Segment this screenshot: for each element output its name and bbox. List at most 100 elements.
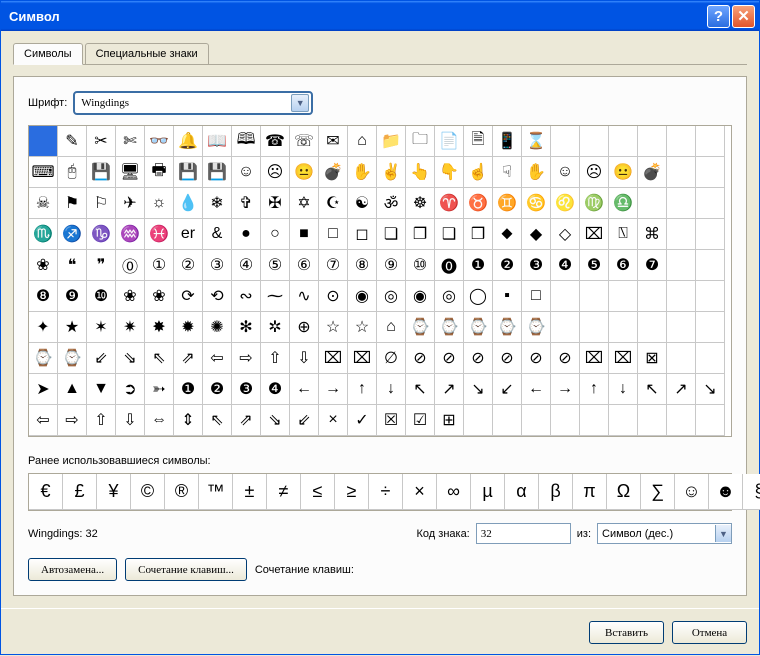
symbol-cell[interactable]: ⑨: [377, 250, 406, 281]
symbol-cell[interactable]: ⌚: [406, 312, 435, 343]
close-button[interactable]: ✕: [732, 5, 755, 28]
symbol-cell[interactable]: □: [522, 281, 551, 312]
symbol-cell[interactable]: [696, 343, 725, 374]
symbol-cell[interactable]: ❶: [464, 250, 493, 281]
symbol-cell[interactable]: ♌: [551, 188, 580, 219]
symbol-cell[interactable]: ↓: [377, 374, 406, 405]
symbol-cell[interactable]: ♏: [29, 219, 58, 250]
symbol-cell[interactable]: ✻: [232, 312, 261, 343]
symbol-cell[interactable]: ↘: [464, 374, 493, 405]
symbol-cell[interactable]: ☟: [493, 157, 522, 188]
symbol-cell[interactable]: ▲: [58, 374, 87, 405]
recent-cell[interactable]: ×: [403, 474, 437, 510]
symbol-cell[interactable]: ⌧: [580, 219, 609, 250]
tab-symbols[interactable]: Символы: [13, 43, 83, 65]
symbol-cell[interactable]: 📁: [377, 126, 406, 157]
symbol-cell[interactable]: ↑: [348, 374, 377, 405]
symbol-cell[interactable]: ♐: [58, 219, 87, 250]
symbol-cell[interactable]: [667, 405, 696, 436]
symbol-cell[interactable]: 👇: [435, 157, 464, 188]
symbol-cell[interactable]: ⌘: [638, 219, 667, 250]
symbol-cell[interactable]: ॐ: [377, 188, 406, 219]
symbol-cell[interactable]: ◉: [348, 281, 377, 312]
symbol-cell[interactable]: ♉: [464, 188, 493, 219]
symbol-cell[interactable]: ⌚: [435, 312, 464, 343]
symbol-cell[interactable]: ♊: [493, 188, 522, 219]
symbol-cell[interactable]: ⌚: [58, 343, 87, 374]
symbol-cell[interactable]: ●: [232, 219, 261, 250]
symbol-cell[interactable]: ↘: [696, 374, 725, 405]
symbol-cell[interactable]: ↖: [638, 374, 667, 405]
symbol-cell[interactable]: ✓: [348, 405, 377, 436]
symbol-cell[interactable]: ④: [232, 250, 261, 281]
symbol-cell[interactable]: [551, 312, 580, 343]
recent-cell[interactable]: β: [539, 474, 573, 510]
symbol-cell[interactable]: ⊙: [319, 281, 348, 312]
symbol-cell[interactable]: [696, 312, 725, 343]
symbol-cell[interactable]: 💣: [638, 157, 667, 188]
symbol-cell[interactable]: ✋: [348, 157, 377, 188]
symbol-cell[interactable]: ⇩: [116, 405, 145, 436]
symbol-cell[interactable]: ↗: [667, 374, 696, 405]
symbol-cell[interactable]: [638, 405, 667, 436]
symbol-cell[interactable]: ∾: [232, 281, 261, 312]
symbol-cell[interactable]: [580, 312, 609, 343]
symbol-cell[interactable]: ∿: [290, 281, 319, 312]
symbol-cell[interactable]: ◇: [551, 219, 580, 250]
symbol-cell[interactable]: &: [203, 219, 232, 250]
symbol-cell[interactable]: 👆: [406, 157, 435, 188]
symbol-cell[interactable]: 😐: [290, 157, 319, 188]
symbol-cell[interactable]: ◯: [464, 281, 493, 312]
symbol-cell[interactable]: ⇖: [145, 343, 174, 374]
symbol-cell[interactable]: ⑤: [261, 250, 290, 281]
symbol-cell[interactable]: 🖥: [116, 157, 145, 188]
symbol-cell[interactable]: 💧: [174, 188, 203, 219]
symbol-cell[interactable]: ❹: [551, 250, 580, 281]
symbol-cell[interactable]: ✺: [203, 312, 232, 343]
symbol-cell[interactable]: [522, 405, 551, 436]
symbol-cell[interactable]: [551, 281, 580, 312]
help-button[interactable]: ?: [707, 5, 730, 28]
symbol-cell[interactable]: ✌: [377, 157, 406, 188]
symbol-cell[interactable]: ⑥: [290, 250, 319, 281]
symbol-cell[interactable]: ✲: [261, 312, 290, 343]
symbol-cell[interactable]: ☑: [406, 405, 435, 436]
symbol-cell[interactable]: ⊠: [638, 343, 667, 374]
recent-cell[interactable]: ≠: [267, 474, 301, 510]
symbol-cell[interactable]: [667, 250, 696, 281]
symbol-cell[interactable]: ⊘: [493, 343, 522, 374]
recent-cell[interactable]: ☺: [675, 474, 709, 510]
recent-cell[interactable]: ☻: [709, 474, 743, 510]
symbol-cell[interactable]: [638, 281, 667, 312]
symbol-cell[interactable]: [696, 188, 725, 219]
symbol-cell[interactable]: ←: [290, 374, 319, 405]
symbol-cell[interactable]: ➲: [116, 374, 145, 405]
symbol-cell[interactable]: [551, 405, 580, 436]
symbol-cell[interactable]: ⌛: [522, 126, 551, 157]
symbol-cell[interactable]: ✷: [116, 312, 145, 343]
shortcut-button[interactable]: Сочетание клавиш...: [125, 558, 247, 581]
symbol-cell[interactable]: 🗀: [406, 126, 435, 157]
symbol-cell[interactable]: ↖: [406, 374, 435, 405]
symbol-cell[interactable]: ◎: [435, 281, 464, 312]
symbol-cell[interactable]: ✡: [290, 188, 319, 219]
symbol-cell[interactable]: ☯: [348, 188, 377, 219]
symbol-cell[interactable]: [609, 126, 638, 157]
symbol-cell[interactable]: [667, 343, 696, 374]
symbol-cell[interactable]: ⌚: [29, 343, 58, 374]
symbol-cell[interactable]: 😐: [609, 157, 638, 188]
symbol-cell[interactable]: ⊘: [522, 343, 551, 374]
symbol-cell[interactable]: →: [551, 374, 580, 405]
symbol-cell[interactable]: 🖶: [145, 157, 174, 188]
symbol-cell[interactable]: 🖰: [58, 157, 87, 188]
symbol-cell[interactable]: [667, 157, 696, 188]
symbol-cell[interactable]: ❝: [58, 250, 87, 281]
cancel-button[interactable]: Отмена: [672, 621, 747, 644]
symbol-cell[interactable]: ①: [145, 250, 174, 281]
symbol-cell[interactable]: ☒: [377, 405, 406, 436]
symbol-cell[interactable]: ✋: [522, 157, 551, 188]
chevron-down-icon[interactable]: ▼: [715, 525, 731, 542]
symbol-cell[interactable]: ✶: [87, 312, 116, 343]
symbol-cell[interactable]: ◎: [377, 281, 406, 312]
symbol-cell[interactable]: ⇘: [116, 343, 145, 374]
